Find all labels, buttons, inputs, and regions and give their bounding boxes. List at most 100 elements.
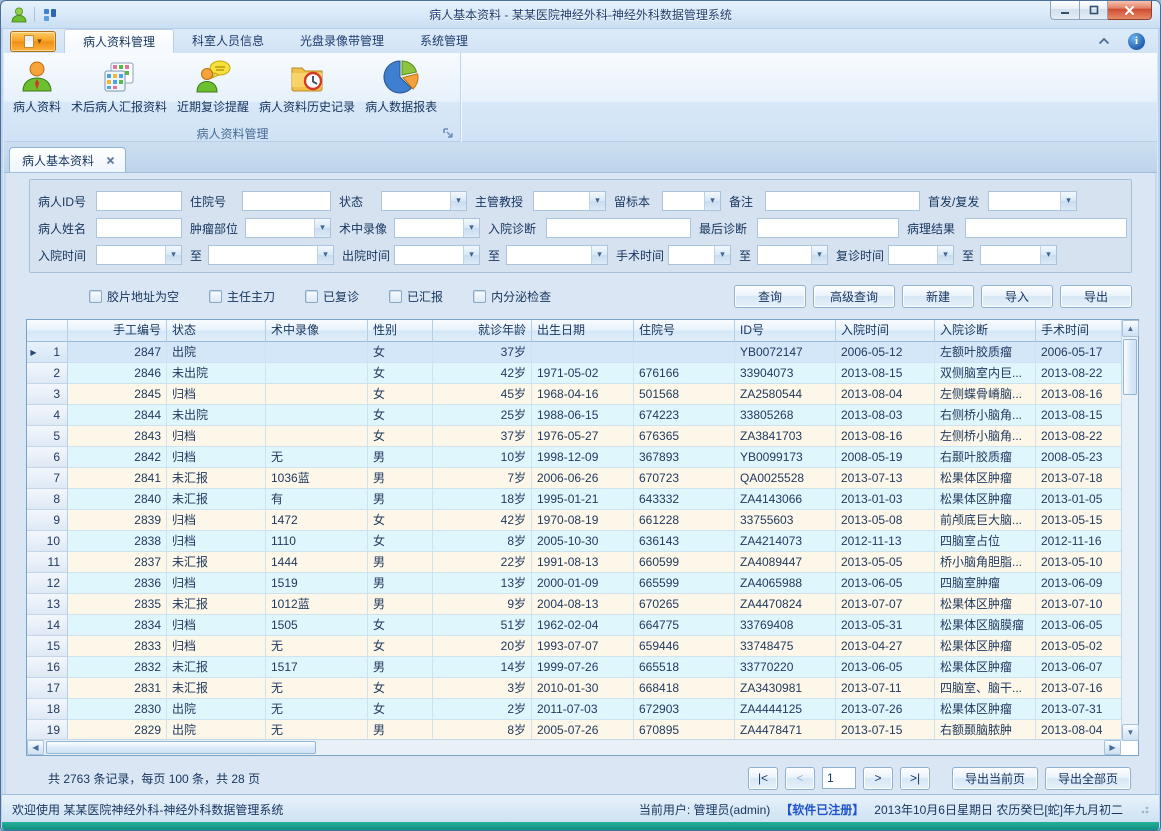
patient-data-button[interactable]: 病人资料 [8, 56, 66, 117]
filter-combo-留标本[interactable]: ▾ [662, 191, 721, 211]
table-row[interactable]: 142834归档1505女51岁1962-02-0466477533769408… [27, 615, 1138, 636]
chevron-down-icon[interactable]: ▾ [704, 192, 720, 210]
row-header-cell[interactable]: 19 [27, 720, 68, 741]
filter-combo-至[interactable]: ▾ [506, 245, 608, 265]
row-header-cell[interactable]: 5 [27, 426, 68, 447]
page-number-input[interactable] [822, 767, 856, 789]
filter-input-病人ID号[interactable] [96, 191, 182, 211]
checkbox-box[interactable] [209, 290, 222, 303]
vertical-scroll-thumb[interactable] [1123, 339, 1137, 395]
filter-input-病人姓名[interactable] [96, 218, 182, 238]
table-row[interactable]: 72841未汇报1036蓝男7岁2006-06-26670723QA002552… [27, 468, 1138, 489]
filter-combo-状态[interactable]: ▾ [381, 191, 467, 211]
table-row[interactable]: 52843归档女37岁1976-05-27676365ZA38417032013… [27, 426, 1138, 447]
column-header-入院诊断[interactable]: 入院诊断 [935, 320, 1036, 342]
checkbox-内分泌检查[interactable]: 内分泌检查 [473, 288, 551, 305]
ribbon-tab-光盘录像带管理[interactable]: 光盘录像带管理 [282, 29, 402, 53]
vertical-scrollbar[interactable]: ▲ ▼ [1121, 320, 1138, 741]
filter-combo-复诊时间[interactable]: ▾ [888, 245, 954, 265]
column-header-入院时间[interactable]: 入院时间 [836, 320, 935, 342]
patient-history-button[interactable]: 病人资料历史记录 [254, 56, 360, 117]
table-row[interactable]: 102838归档1110女8岁2005-10-30636143ZA4214073… [27, 531, 1138, 552]
chevron-down-icon[interactable]: ▾ [937, 246, 953, 264]
table-row[interactable]: 22846未出院女42岁1971-05-02676166339040732013… [27, 363, 1138, 384]
filter-combo-入院时间[interactable]: ▾ [96, 245, 182, 265]
filter-combo-出院时间[interactable]: ▾ [394, 245, 480, 265]
chevron-down-icon[interactable]: ▾ [463, 246, 479, 264]
button-导入[interactable]: 导入 [981, 285, 1053, 308]
minimize-button[interactable] [1050, 1, 1080, 20]
revisit-reminder-button[interactable]: 近期复诊提醒 [172, 56, 254, 117]
row-header-cell[interactable]: 4 [27, 405, 68, 426]
next-page-button[interactable]: > [863, 767, 893, 790]
column-header-术中录像[interactable]: 术中录像 [266, 320, 368, 342]
row-header-cell[interactable]: 2 [27, 363, 68, 384]
chevron-down-icon[interactable]: ▾ [1060, 192, 1076, 210]
row-header-cell[interactable]: 3 [27, 384, 68, 405]
application-menu-button[interactable]: ▾ [10, 31, 56, 52]
chevron-down-icon[interactable]: ▾ [1040, 246, 1056, 264]
filter-input-最后诊断[interactable] [757, 218, 899, 238]
button-查询[interactable]: 查询 [734, 285, 806, 308]
close-tab-icon[interactable] [106, 156, 115, 165]
column-header-住院号[interactable]: 住院号 [634, 320, 735, 342]
table-row[interactable]: 42844未出院女25岁1988-06-15674223338052682013… [27, 405, 1138, 426]
table-row[interactable]: 172831未汇报无女3岁2010-01-30668418ZA343098120… [27, 678, 1138, 699]
checkbox-box[interactable] [389, 290, 402, 303]
collapse-ribbon-icon[interactable] [1098, 37, 1110, 45]
filter-input-病理结果[interactable] [965, 218, 1127, 238]
row-header-cell[interactable]: 11 [27, 552, 68, 573]
filter-input-入院诊断[interactable] [546, 218, 691, 238]
row-header-cell[interactable]: 6 [27, 447, 68, 468]
filter-combo-至[interactable]: ▾ [980, 245, 1057, 265]
row-header-cell[interactable]: 12 [27, 573, 68, 594]
prev-page-button[interactable]: < [785, 767, 815, 790]
horizontal-scrollbar[interactable]: ◀ ▶ [27, 739, 1121, 755]
button-高级查询[interactable]: 高级查询 [813, 285, 895, 308]
tab-patient-basic-info[interactable]: 病人基本资料 [9, 147, 126, 172]
column-header-就诊年龄[interactable]: 就诊年龄 [433, 320, 532, 342]
close-button[interactable] [1108, 1, 1152, 20]
table-row[interactable]: 162832未汇报1517男14岁1999-07-266655183377022… [27, 657, 1138, 678]
chevron-down-icon[interactable]: ▾ [463, 219, 479, 237]
checkbox-胶片地址为空[interactable]: 胶片地址为空 [89, 288, 179, 305]
column-header-性别[interactable]: 性别 [368, 320, 433, 342]
checkbox-主任主刀[interactable]: 主任主刀 [209, 288, 275, 305]
resize-grip[interactable] [1139, 804, 1149, 814]
ribbon-tab-科室人员信息[interactable]: 科室人员信息 [174, 29, 282, 53]
table-row[interactable]: 152833归档无女20岁1993-07-0765944633748475201… [27, 636, 1138, 657]
table-row[interactable]: 182830出院无女2岁2011-07-03672903ZA4444125201… [27, 699, 1138, 720]
registered-link[interactable]: 【软件已注册】 [780, 801, 864, 818]
export-current-page-button[interactable]: 导出当前页 [952, 767, 1038, 790]
chevron-down-icon[interactable]: ▾ [317, 246, 333, 264]
filter-combo-首发/复发[interactable]: ▾ [988, 191, 1077, 211]
scroll-up-icon[interactable]: ▲ [1122, 320, 1139, 337]
row-header-cell[interactable]: 14 [27, 615, 68, 636]
filter-input-备注[interactable] [765, 191, 920, 211]
scroll-right-icon[interactable]: ▶ [1104, 740, 1121, 755]
info-icon[interactable]: i [1128, 33, 1145, 50]
row-header-cell[interactable]: 13 [27, 594, 68, 615]
table-row[interactable]: 192829出院无男8岁2005-07-26670895ZA4478471201… [27, 720, 1138, 741]
checkbox-box[interactable] [305, 290, 318, 303]
row-header-cell[interactable]: 7 [27, 468, 68, 489]
dialog-launcher-icon[interactable] [442, 127, 454, 139]
chevron-down-icon[interactable]: ▾ [591, 246, 607, 264]
filter-combo-主管教授[interactable]: ▾ [533, 191, 606, 211]
horizontal-scroll-thumb[interactable] [46, 741, 316, 754]
last-page-button[interactable]: >| [900, 767, 930, 790]
column-header-ID号[interactable]: ID号 [735, 320, 836, 342]
column-header-手术时间[interactable]: 手术时间 [1036, 320, 1123, 342]
chevron-down-icon[interactable]: ▾ [314, 219, 330, 237]
row-header-cell[interactable]: 16 [27, 657, 68, 678]
filter-combo-至[interactable]: ▾ [208, 245, 334, 265]
chevron-down-icon[interactable]: ▾ [450, 192, 466, 210]
chevron-down-icon[interactable]: ▾ [165, 246, 181, 264]
title-bar[interactable]: 病人基本资料 - 某某医院神经外科-神经外科数据管理系统 [1, 1, 1160, 29]
checkbox-box[interactable] [89, 290, 102, 303]
checkbox-已汇报[interactable]: 已汇报 [389, 288, 443, 305]
postop-report-button[interactable]: 术后病人汇报资料 [66, 56, 172, 117]
row-header-cell[interactable]: 8 [27, 489, 68, 510]
table-row[interactable]: 32845归档女45岁1968-04-16501568ZA25805442013… [27, 384, 1138, 405]
column-header-状态[interactable]: 状态 [167, 320, 266, 342]
